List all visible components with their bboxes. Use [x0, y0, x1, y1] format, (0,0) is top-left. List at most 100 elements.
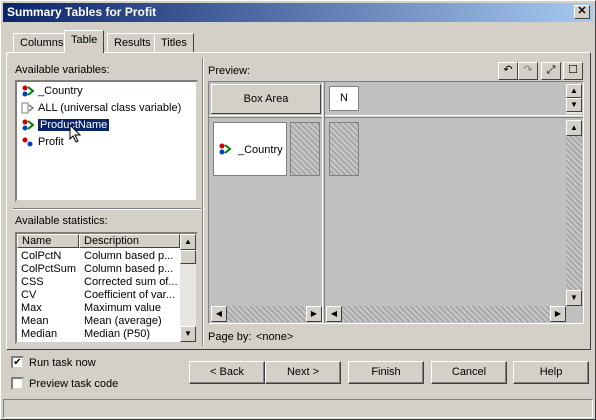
status-bar	[3, 399, 593, 418]
variable-item-country[interactable]: _Country	[21, 85, 83, 101]
scroll-left-icon[interactable]: ◀	[211, 306, 227, 322]
variable-item-profit[interactable]: Profit	[21, 136, 64, 152]
swap-axes-button[interactable]: ⤢	[541, 62, 561, 80]
redo-button[interactable]: ↷	[518, 62, 538, 80]
statistic-description[interactable]: Column based p...	[84, 263, 173, 276]
statistic-name[interactable]: Mean	[21, 315, 49, 328]
title-bar: Summary Tables for Profit ✕	[3, 3, 593, 22]
tab-titles[interactable]: Titles	[154, 33, 194, 53]
preview-area: Box Area N ▲ ▼ _Country ▲ ▼ ◀ ▶ ◀ ▶	[208, 81, 584, 324]
variables-list[interactable]: _Country ALL (universal class variable) …	[15, 80, 198, 202]
help-button[interactable]: Help	[513, 361, 589, 384]
column-header-name[interactable]: Name	[17, 234, 79, 248]
maximize-preview-button[interactable]: ☐	[563, 62, 583, 80]
statistic-description[interactable]: Corrected sum of...	[84, 276, 178, 289]
data-area	[326, 120, 566, 306]
scroll-right-icon[interactable]: ▶	[306, 306, 322, 322]
variable-item-all[interactable]: ALL (universal class variable)	[21, 102, 181, 118]
horizontal-divider	[209, 115, 583, 118]
variable-label: Profit	[38, 136, 64, 148]
pivot-icon: ⤢	[546, 64, 556, 76]
cancel-button[interactable]: Cancel	[431, 361, 507, 384]
preview-vertical-divider	[322, 82, 325, 323]
classification-variable-icon	[21, 85, 35, 97]
column-header-description[interactable]: Description	[79, 234, 180, 248]
tab-label: Table	[71, 34, 98, 46]
vertical-divider	[202, 58, 204, 346]
page-by-label: Page by:	[208, 331, 252, 343]
tab-label: Columns	[20, 37, 64, 49]
statistic-name[interactable]: Max	[21, 302, 42, 315]
checkmark-icon: ✔	[13, 357, 22, 368]
column-cell-label: N	[340, 92, 348, 104]
preview-label: Preview:	[208, 65, 251, 77]
scroll-up-icon[interactable]: ▲	[566, 84, 582, 98]
close-icon: ✕	[577, 5, 587, 17]
statistic-name[interactable]: CV	[21, 289, 36, 302]
box-area[interactable]: Box Area	[211, 84, 321, 114]
next-button[interactable]: Next >	[265, 361, 341, 384]
column-cell-n[interactable]: N	[329, 86, 359, 111]
variables-label: Available variables:	[15, 64, 110, 76]
preview-code-checkbox[interactable]	[11, 377, 24, 390]
scroll-thumb[interactable]	[180, 250, 196, 264]
statistic-description[interactable]: Median (P50)	[84, 328, 150, 341]
dialog-window: Summary Tables for Profit ✕ Columns Tabl…	[0, 0, 596, 420]
statistic-name[interactable]: ColPctSum	[21, 263, 76, 276]
data-horizontal-scrollbar[interactable]: ◀ ▶	[326, 306, 566, 322]
statistic-name[interactable]: Median	[21, 328, 57, 341]
maximize-icon: ☐	[568, 64, 578, 76]
splitter[interactable]	[13, 208, 201, 210]
statistic-description[interactable]: Maximum value	[84, 302, 161, 315]
row-cell-country[interactable]: _Country	[213, 122, 287, 176]
back-button[interactable]: < Back	[189, 361, 265, 384]
undo-button[interactable]: ↶	[498, 62, 518, 80]
statistic-name[interactable]: CSS	[21, 276, 44, 289]
tab-columns[interactable]: Columns	[13, 33, 71, 53]
scroll-right-icon[interactable]: ▶	[550, 306, 566, 322]
row-header-area[interactable]: _Country	[211, 120, 322, 306]
box-area-label: Box Area	[243, 93, 289, 105]
statistic-description[interactable]: Column based p...	[84, 250, 173, 263]
preview-code-label: Preview task code	[29, 378, 119, 390]
finish-button[interactable]: Finish	[348, 361, 424, 384]
column-scrollbar[interactable]: ▲ ▼	[566, 84, 582, 114]
statistics-scrollbar[interactable]: ▲ ▼	[180, 234, 196, 342]
scroll-left-icon[interactable]: ◀	[326, 306, 342, 322]
scroll-up-icon[interactable]: ▲	[180, 234, 196, 250]
scroll-down-icon[interactable]: ▼	[180, 326, 196, 342]
scroll-down-icon[interactable]: ▼	[566, 290, 582, 306]
undo-icon: ↶	[503, 64, 513, 76]
classification-variable-icon	[21, 119, 35, 131]
tab-label: Titles	[161, 37, 187, 49]
tab-table[interactable]: Table	[64, 30, 105, 53]
window-title: Summary Tables for Profit	[7, 5, 157, 19]
data-vertical-scrollbar[interactable]: ▲ ▼	[566, 120, 582, 306]
scroll-down-icon[interactable]: ▼	[566, 98, 582, 112]
variable-label: ALL (universal class variable)	[38, 102, 182, 114]
statistic-description[interactable]: Mean (average)	[84, 315, 162, 328]
data-cell	[329, 122, 359, 176]
variable-item-productname[interactable]: ProductName	[21, 119, 110, 135]
variable-label: _Country	[38, 85, 83, 97]
row-cell-label: _Country	[238, 144, 283, 156]
analysis-variable-icon	[21, 136, 35, 148]
classification-variable-icon	[218, 143, 232, 158]
run-task-now-checkbox[interactable]: ✔	[11, 356, 24, 369]
run-task-now-label: Run task now	[29, 357, 96, 369]
statistics-table[interactable]: Name Description ColPctN Column based p..…	[15, 232, 198, 344]
row-subcell	[290, 122, 320, 176]
mouse-cursor-icon	[69, 124, 82, 143]
universal-class-icon	[21, 102, 35, 114]
statistics-label: Available statistics:	[15, 215, 108, 227]
row-horizontal-scrollbar[interactable]: ◀ ▶	[211, 306, 322, 322]
tab-label: Results	[114, 37, 151, 49]
tab-results[interactable]: Results	[107, 33, 158, 53]
column-header-area[interactable]: N	[326, 84, 566, 114]
close-button[interactable]: ✕	[574, 5, 590, 19]
scroll-up-icon[interactable]: ▲	[566, 120, 582, 136]
statistic-name[interactable]: ColPctN	[21, 250, 61, 263]
redo-icon: ↷	[523, 64, 533, 76]
statistic-description[interactable]: Coefficient of var...	[84, 289, 175, 302]
page-by-value: <none>	[256, 331, 294, 343]
